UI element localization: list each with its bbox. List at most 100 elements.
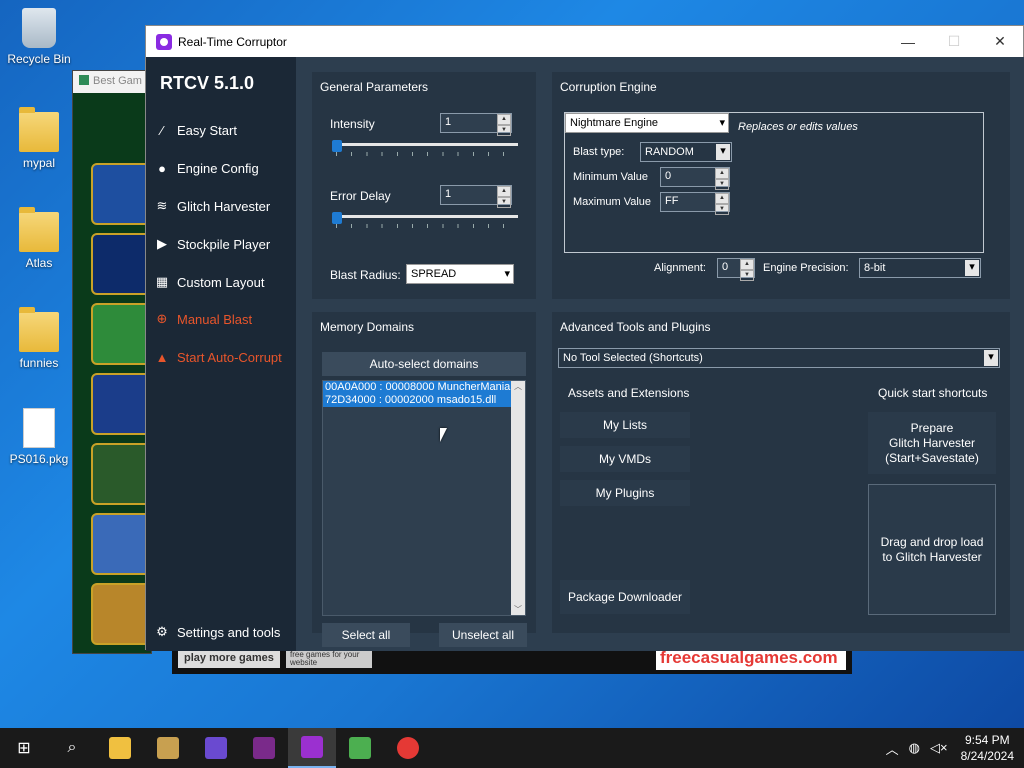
desktop-icon-ps016[interactable]: PS016.pkg xyxy=(1,408,77,466)
spinner-arrows[interactable]: ▲ ▼ xyxy=(497,186,511,208)
quick-start-title: Quick start shortcuts xyxy=(878,386,988,400)
list-item[interactable]: 00A0A000 : 00008000 MuncherMania xyxy=(323,381,511,394)
freecasualgames-logo[interactable]: freecasualgames.com xyxy=(656,648,846,670)
desktop-icon-funnies[interactable]: funnies xyxy=(1,307,77,370)
rtcv-window: Real-Time Corruptor — ☐ ✕ RTCV 5.1.0 ⁄ Ea… xyxy=(145,25,1024,651)
up-arrow-icon[interactable]: ▲ xyxy=(740,259,754,270)
sidebar-item-easy-start[interactable]: ⁄ Easy Start xyxy=(154,120,237,140)
game-tile[interactable] xyxy=(91,443,151,505)
up-arrow-icon[interactable]: ▲ xyxy=(715,168,729,179)
game-tile[interactable] xyxy=(91,233,151,295)
wand-icon: ⁄ xyxy=(160,122,164,138)
my-plugins-button[interactable]: My Plugins xyxy=(560,480,690,506)
package-downloader-button[interactable]: Package Downloader xyxy=(560,580,690,614)
engine-precision-dropdown[interactable]: 8-bit xyxy=(859,258,981,278)
sidebar-item-stockpile-player[interactable]: ▶ Stockpile Player xyxy=(154,234,270,254)
search-button[interactable]: ⌕ xyxy=(48,728,96,768)
play-more-games-link[interactable]: play more games xyxy=(178,650,280,668)
advanced-tools-panel: Advanced Tools and Plugins No Tool Selec… xyxy=(552,312,1010,633)
game-tile[interactable] xyxy=(91,163,151,225)
engine-dropdown[interactable]: Nightmare Engine xyxy=(565,113,729,133)
blast-type-dropdown[interactable]: RANDOM xyxy=(640,142,732,162)
taskbar-app-5[interactable] xyxy=(384,728,432,768)
maximum-value-spinner[interactable]: FF ▲ ▼ xyxy=(660,192,730,215)
sidebar-item-custom-layout[interactable]: ▦ Custom Layout xyxy=(154,272,265,292)
sidebar-item-glitch-harvester[interactable]: ≋ Glitch Harvester xyxy=(154,196,271,216)
start-button[interactable]: ⊞ xyxy=(0,728,48,768)
tool-select-dropdown[interactable]: No Tool Selected (Shortcuts) xyxy=(558,348,1000,368)
sidebar-item-manual-blast[interactable]: ⊕ Manual Blast xyxy=(154,309,253,329)
scroll-up-icon[interactable]: ︿ xyxy=(511,381,525,392)
list-scrollbar[interactable]: ︿ ﹀ xyxy=(511,381,525,615)
free-games-link[interactable]: free games for your website xyxy=(286,650,372,668)
clock[interactable]: 9:54 PM 8/24/2024 xyxy=(961,732,1014,764)
taskbar-app-4[interactable] xyxy=(336,728,384,768)
error-delay-spinner[interactable]: 1 ▲ ▼ xyxy=(440,185,512,208)
desktop-icon-label: mypal xyxy=(22,156,55,170)
drag-drop-zone[interactable]: Drag and drop load to Glitch Harvester xyxy=(868,484,996,615)
minimize-button[interactable]: — xyxy=(885,26,931,57)
up-arrow-icon[interactable]: ▲ xyxy=(497,186,511,197)
select-all-button[interactable]: Select all xyxy=(322,623,410,647)
list-item[interactable]: 72D34000 : 00002000 msado15.dll xyxy=(323,394,511,407)
down-arrow-icon[interactable]: ▼ xyxy=(497,125,511,136)
down-arrow-icon[interactable]: ▼ xyxy=(497,197,511,208)
spinner-arrows[interactable]: ▲ ▼ xyxy=(715,193,729,215)
chevron-up-icon[interactable]: ︿ xyxy=(886,739,899,758)
slider-thumb[interactable] xyxy=(332,140,342,152)
desktop-icon-mypal[interactable]: mypal xyxy=(1,107,77,170)
assets-title: Assets and Extensions xyxy=(568,386,690,400)
sidebar-item-label: Settings and tools xyxy=(177,624,281,640)
game-tile[interactable] xyxy=(91,513,151,575)
spinner-arrows[interactable]: ▲ ▼ xyxy=(715,168,729,190)
desktop-icon-recycle-bin[interactable]: Recycle Bin xyxy=(1,8,77,66)
scroll-down-icon[interactable]: ﹀ xyxy=(511,604,525,615)
app-icon-1 xyxy=(157,737,179,759)
panel-title: General Parameters xyxy=(320,80,429,94)
window-title: Real-Time Corruptor xyxy=(178,34,287,49)
intensity-slider[interactable] xyxy=(332,140,518,156)
memory-domains-list[interactable]: 00A0A000 : 00008000 MuncherMania 72D3400… xyxy=(322,380,526,616)
taskbar-file-explorer[interactable] xyxy=(96,728,144,768)
alignment-spinner[interactable]: 0 ▲ ▼ xyxy=(717,258,755,281)
desktop-icon-label: Recycle Bin xyxy=(7,52,71,66)
sidebar-item-settings[interactable]: ⚙ Settings and tools xyxy=(154,622,280,642)
globe-icon[interactable]: ◍ xyxy=(909,740,920,756)
down-arrow-icon[interactable]: ▼ xyxy=(715,204,729,215)
taskbar-app-2[interactable] xyxy=(192,728,240,768)
unselect-all-button[interactable]: Unselect all xyxy=(439,623,527,647)
spinner-arrows[interactable]: ▲ ▼ xyxy=(497,114,511,136)
gamepad-icon: ● xyxy=(158,160,166,176)
background-game-titlebar: Best Gam xyxy=(73,71,151,93)
system-tray: ︿ ◍ ◁× 9:54 PM 8/24/2024 xyxy=(881,728,1024,768)
game-tile[interactable] xyxy=(91,583,151,645)
desktop-icon-atlas[interactable]: Atlas xyxy=(1,207,77,270)
blast-radius-dropdown[interactable]: SPREAD xyxy=(406,264,514,284)
minimum-value-spinner[interactable]: 0 ▲ ▼ xyxy=(660,167,730,190)
maximize-button[interactable]: ☐ xyxy=(931,26,977,57)
speaker-muted-icon[interactable]: ◁× xyxy=(930,740,948,756)
panel-title: Advanced Tools and Plugins xyxy=(560,320,711,334)
game-tile[interactable] xyxy=(91,303,151,365)
up-arrow-icon[interactable]: ▲ xyxy=(715,193,729,204)
my-vmds-button[interactable]: My VMDs xyxy=(560,446,690,472)
sidebar-item-engine-config[interactable]: ● Engine Config xyxy=(154,158,259,178)
background-game-window[interactable]: Best Gam xyxy=(72,70,152,654)
taskbar-app-3[interactable] xyxy=(240,728,288,768)
down-arrow-icon[interactable]: ▼ xyxy=(715,179,729,190)
prepare-glitch-harvester-button[interactable]: Prepare Glitch Harvester (Start+Savestat… xyxy=(868,412,996,474)
maximum-value: FF xyxy=(661,193,715,211)
intensity-spinner[interactable]: 1 ▲ ▼ xyxy=(440,113,512,136)
game-tile[interactable] xyxy=(91,373,151,435)
error-delay-slider[interactable] xyxy=(332,212,518,228)
taskbar-app-1[interactable] xyxy=(144,728,192,768)
my-lists-button[interactable]: My Lists xyxy=(560,412,690,438)
slider-thumb[interactable] xyxy=(332,212,342,224)
close-button[interactable]: ✕ xyxy=(977,26,1023,57)
taskbar-rtcv[interactable] xyxy=(288,728,336,768)
up-arrow-icon[interactable]: ▲ xyxy=(497,114,511,125)
down-arrow-icon[interactable]: ▼ xyxy=(740,270,754,281)
spinner-arrows[interactable]: ▲ ▼ xyxy=(740,259,754,281)
auto-select-domains-button[interactable]: Auto-select domains xyxy=(322,352,526,376)
sidebar-item-start-auto-corrupt[interactable]: ▲ Start Auto-Corrupt xyxy=(154,347,282,367)
